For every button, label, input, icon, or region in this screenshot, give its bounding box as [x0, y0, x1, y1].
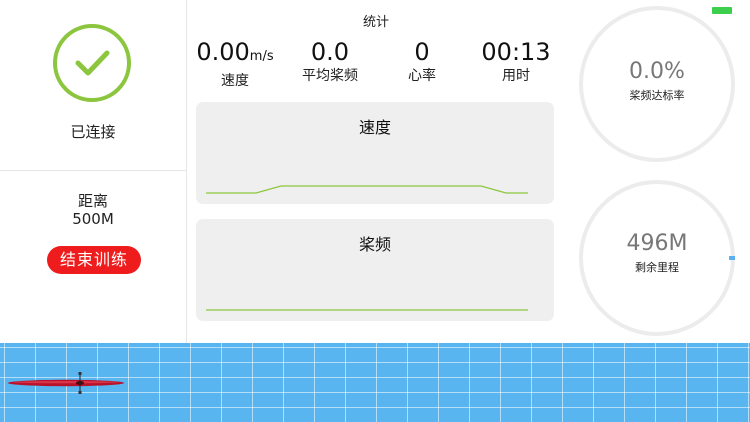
heart-rate-value: 0 [414, 38, 430, 66]
elapsed-time-label: 用时 [502, 68, 530, 84]
speed-trend-line [206, 185, 528, 194]
remaining-distance-ring: 496M 剩余里程 [579, 180, 735, 336]
stat-heart-rate: 0 心率 [380, 37, 464, 85]
remaining-distance-label: 剩余里程 [635, 261, 679, 274]
stat-speed: 0.00m/s 速度 [190, 37, 280, 90]
checkmark-icon [75, 50, 110, 76]
cadence-rate-value: 0.0% [629, 59, 685, 84]
avg-cadence-value: 0.0 [310, 38, 350, 66]
cadence-rate-ring: 0.0% 桨频达标率 [579, 6, 735, 162]
water-track [0, 343, 750, 422]
remaining-distance-value: 496M [626, 231, 688, 256]
heart-rate-label: 心率 [408, 68, 436, 84]
distance-label: 距离 [77, 192, 108, 210]
stat-avg-cadence: 0.0 平均桨频 [288, 37, 372, 85]
stat-elapsed-time: 00:13 用时 [470, 37, 562, 85]
kayak-icon [8, 372, 124, 394]
ring-progress-marker [729, 256, 735, 260]
battery-icon [712, 7, 732, 14]
speed-value: 0.00 [196, 38, 250, 66]
stats-title: 统计 [362, 15, 389, 30]
elapsed-time-value: 00:13 [481, 38, 551, 66]
speed-chart-plot [206, 185, 528, 194]
speed-chart-card: 速度 [196, 102, 554, 204]
connection-status-label: 已连接 [70, 123, 116, 141]
cadence-chart-card: 桨频 [196, 219, 554, 321]
end-training-button[interactable]: 结束训练 [47, 246, 141, 274]
speed-unit: m/s [249, 49, 274, 64]
avg-cadence-label: 平均桨频 [302, 68, 358, 84]
cadence-chart-plot [206, 309, 528, 311]
connection-status-indicator [53, 24, 131, 102]
speed-label: 速度 [221, 73, 249, 89]
distance-value: 500M [72, 210, 114, 228]
divider [0, 170, 186, 171]
cadence-rate-label: 桨频达标率 [629, 89, 685, 102]
